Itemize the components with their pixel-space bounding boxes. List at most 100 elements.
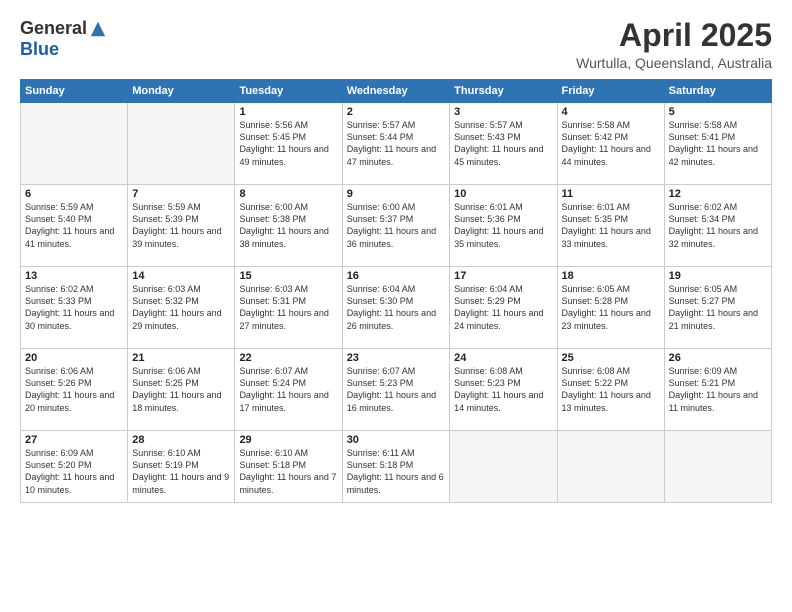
calendar-cell: 20Sunrise: 6:06 AM Sunset: 5:26 PM Dayli… [21, 349, 128, 431]
cell-info: Sunrise: 6:06 AM Sunset: 5:25 PM Dayligh… [132, 365, 230, 414]
day-number: 16 [347, 270, 445, 282]
calendar-cell: 18Sunrise: 6:05 AM Sunset: 5:28 PM Dayli… [557, 267, 664, 349]
day-number: 14 [132, 270, 230, 282]
logo-icon [89, 20, 107, 38]
calendar-day-header: Saturday [664, 80, 771, 103]
calendar-day-header: Sunday [21, 80, 128, 103]
day-number: 22 [239, 352, 337, 364]
calendar-cell: 29Sunrise: 6:10 AM Sunset: 5:18 PM Dayli… [235, 431, 342, 503]
calendar-day-header: Thursday [450, 80, 557, 103]
day-number: 3 [454, 106, 552, 118]
cell-info: Sunrise: 6:07 AM Sunset: 5:23 PM Dayligh… [347, 365, 445, 414]
location: Wurtulla, Queensland, Australia [576, 55, 772, 71]
calendar-cell: 16Sunrise: 6:04 AM Sunset: 5:30 PM Dayli… [342, 267, 449, 349]
cell-info: Sunrise: 6:00 AM Sunset: 5:38 PM Dayligh… [239, 201, 337, 250]
cell-info: Sunrise: 6:05 AM Sunset: 5:27 PM Dayligh… [669, 283, 767, 332]
calendar-cell [664, 431, 771, 503]
day-number: 23 [347, 352, 445, 364]
day-number: 8 [239, 188, 337, 200]
calendar-table: SundayMondayTuesdayWednesdayThursdayFrid… [20, 79, 772, 503]
day-number: 19 [669, 270, 767, 282]
page: General Blue April 2025 Wurtulla, Queens… [0, 0, 792, 612]
calendar-cell: 17Sunrise: 6:04 AM Sunset: 5:29 PM Dayli… [450, 267, 557, 349]
calendar-cell [21, 103, 128, 185]
calendar-cell: 6Sunrise: 5:59 AM Sunset: 5:40 PM Daylig… [21, 185, 128, 267]
calendar-cell: 5Sunrise: 5:58 AM Sunset: 5:41 PM Daylig… [664, 103, 771, 185]
cell-info: Sunrise: 6:09 AM Sunset: 5:21 PM Dayligh… [669, 365, 767, 414]
day-number: 30 [347, 434, 445, 446]
day-number: 26 [669, 352, 767, 364]
day-number: 12 [669, 188, 767, 200]
calendar-cell: 11Sunrise: 6:01 AM Sunset: 5:35 PM Dayli… [557, 185, 664, 267]
cell-info: Sunrise: 5:57 AM Sunset: 5:43 PM Dayligh… [454, 119, 552, 168]
day-number: 15 [239, 270, 337, 282]
logo-blue-text: Blue [20, 39, 59, 59]
cell-info: Sunrise: 6:01 AM Sunset: 5:36 PM Dayligh… [454, 201, 552, 250]
cell-info: Sunrise: 6:01 AM Sunset: 5:35 PM Dayligh… [562, 201, 660, 250]
day-number: 10 [454, 188, 552, 200]
day-number: 7 [132, 188, 230, 200]
calendar-cell: 28Sunrise: 6:10 AM Sunset: 5:19 PM Dayli… [128, 431, 235, 503]
day-number: 27 [25, 434, 123, 446]
day-number: 18 [562, 270, 660, 282]
calendar-cell: 24Sunrise: 6:08 AM Sunset: 5:23 PM Dayli… [450, 349, 557, 431]
cell-info: Sunrise: 5:57 AM Sunset: 5:44 PM Dayligh… [347, 119, 445, 168]
cell-info: Sunrise: 6:02 AM Sunset: 5:34 PM Dayligh… [669, 201, 767, 250]
calendar-cell: 7Sunrise: 5:59 AM Sunset: 5:39 PM Daylig… [128, 185, 235, 267]
title-block: April 2025 Wurtulla, Queensland, Austral… [576, 18, 772, 71]
day-number: 1 [239, 106, 337, 118]
calendar-cell: 14Sunrise: 6:03 AM Sunset: 5:32 PM Dayli… [128, 267, 235, 349]
month-title: April 2025 [576, 18, 772, 53]
calendar-cell: 4Sunrise: 5:58 AM Sunset: 5:42 PM Daylig… [557, 103, 664, 185]
calendar-cell: 19Sunrise: 6:05 AM Sunset: 5:27 PM Dayli… [664, 267, 771, 349]
calendar-cell [450, 431, 557, 503]
cell-info: Sunrise: 6:03 AM Sunset: 5:31 PM Dayligh… [239, 283, 337, 332]
calendar-cell: 22Sunrise: 6:07 AM Sunset: 5:24 PM Dayli… [235, 349, 342, 431]
day-number: 17 [454, 270, 552, 282]
logo-general-text: General [20, 18, 87, 39]
calendar-cell: 30Sunrise: 6:11 AM Sunset: 5:18 PM Dayli… [342, 431, 449, 503]
cell-info: Sunrise: 6:11 AM Sunset: 5:18 PM Dayligh… [347, 447, 445, 496]
calendar-cell: 15Sunrise: 6:03 AM Sunset: 5:31 PM Dayli… [235, 267, 342, 349]
calendar-cell: 27Sunrise: 6:09 AM Sunset: 5:20 PM Dayli… [21, 431, 128, 503]
day-number: 9 [347, 188, 445, 200]
cell-info: Sunrise: 6:06 AM Sunset: 5:26 PM Dayligh… [25, 365, 123, 414]
calendar-week-row: 13Sunrise: 6:02 AM Sunset: 5:33 PM Dayli… [21, 267, 772, 349]
day-number: 11 [562, 188, 660, 200]
day-number: 6 [25, 188, 123, 200]
cell-info: Sunrise: 6:10 AM Sunset: 5:19 PM Dayligh… [132, 447, 230, 496]
calendar-cell: 2Sunrise: 5:57 AM Sunset: 5:44 PM Daylig… [342, 103, 449, 185]
cell-info: Sunrise: 6:08 AM Sunset: 5:22 PM Dayligh… [562, 365, 660, 414]
calendar-day-header: Friday [557, 80, 664, 103]
calendar-cell [557, 431, 664, 503]
calendar-cell: 3Sunrise: 5:57 AM Sunset: 5:43 PM Daylig… [450, 103, 557, 185]
day-number: 5 [669, 106, 767, 118]
calendar-week-row: 27Sunrise: 6:09 AM Sunset: 5:20 PM Dayli… [21, 431, 772, 503]
calendar-cell: 12Sunrise: 6:02 AM Sunset: 5:34 PM Dayli… [664, 185, 771, 267]
cell-info: Sunrise: 5:58 AM Sunset: 5:42 PM Dayligh… [562, 119, 660, 168]
cell-info: Sunrise: 5:56 AM Sunset: 5:45 PM Dayligh… [239, 119, 337, 168]
calendar-cell: 9Sunrise: 6:00 AM Sunset: 5:37 PM Daylig… [342, 185, 449, 267]
calendar-week-row: 6Sunrise: 5:59 AM Sunset: 5:40 PM Daylig… [21, 185, 772, 267]
calendar-day-header: Tuesday [235, 80, 342, 103]
cell-info: Sunrise: 5:58 AM Sunset: 5:41 PM Dayligh… [669, 119, 767, 168]
day-number: 13 [25, 270, 123, 282]
calendar-cell: 1Sunrise: 5:56 AM Sunset: 5:45 PM Daylig… [235, 103, 342, 185]
calendar-week-row: 1Sunrise: 5:56 AM Sunset: 5:45 PM Daylig… [21, 103, 772, 185]
header: General Blue April 2025 Wurtulla, Queens… [20, 18, 772, 71]
logo: General Blue [20, 18, 107, 60]
cell-info: Sunrise: 6:07 AM Sunset: 5:24 PM Dayligh… [239, 365, 337, 414]
day-number: 21 [132, 352, 230, 364]
day-number: 28 [132, 434, 230, 446]
day-number: 2 [347, 106, 445, 118]
day-number: 25 [562, 352, 660, 364]
cell-info: Sunrise: 6:05 AM Sunset: 5:28 PM Dayligh… [562, 283, 660, 332]
cell-info: Sunrise: 6:04 AM Sunset: 5:30 PM Dayligh… [347, 283, 445, 332]
calendar-cell: 13Sunrise: 6:02 AM Sunset: 5:33 PM Dayli… [21, 267, 128, 349]
cell-info: Sunrise: 6:03 AM Sunset: 5:32 PM Dayligh… [132, 283, 230, 332]
calendar-day-header: Monday [128, 80, 235, 103]
day-number: 4 [562, 106, 660, 118]
cell-info: Sunrise: 6:04 AM Sunset: 5:29 PM Dayligh… [454, 283, 552, 332]
calendar-header-row: SundayMondayTuesdayWednesdayThursdayFrid… [21, 80, 772, 103]
day-number: 20 [25, 352, 123, 364]
